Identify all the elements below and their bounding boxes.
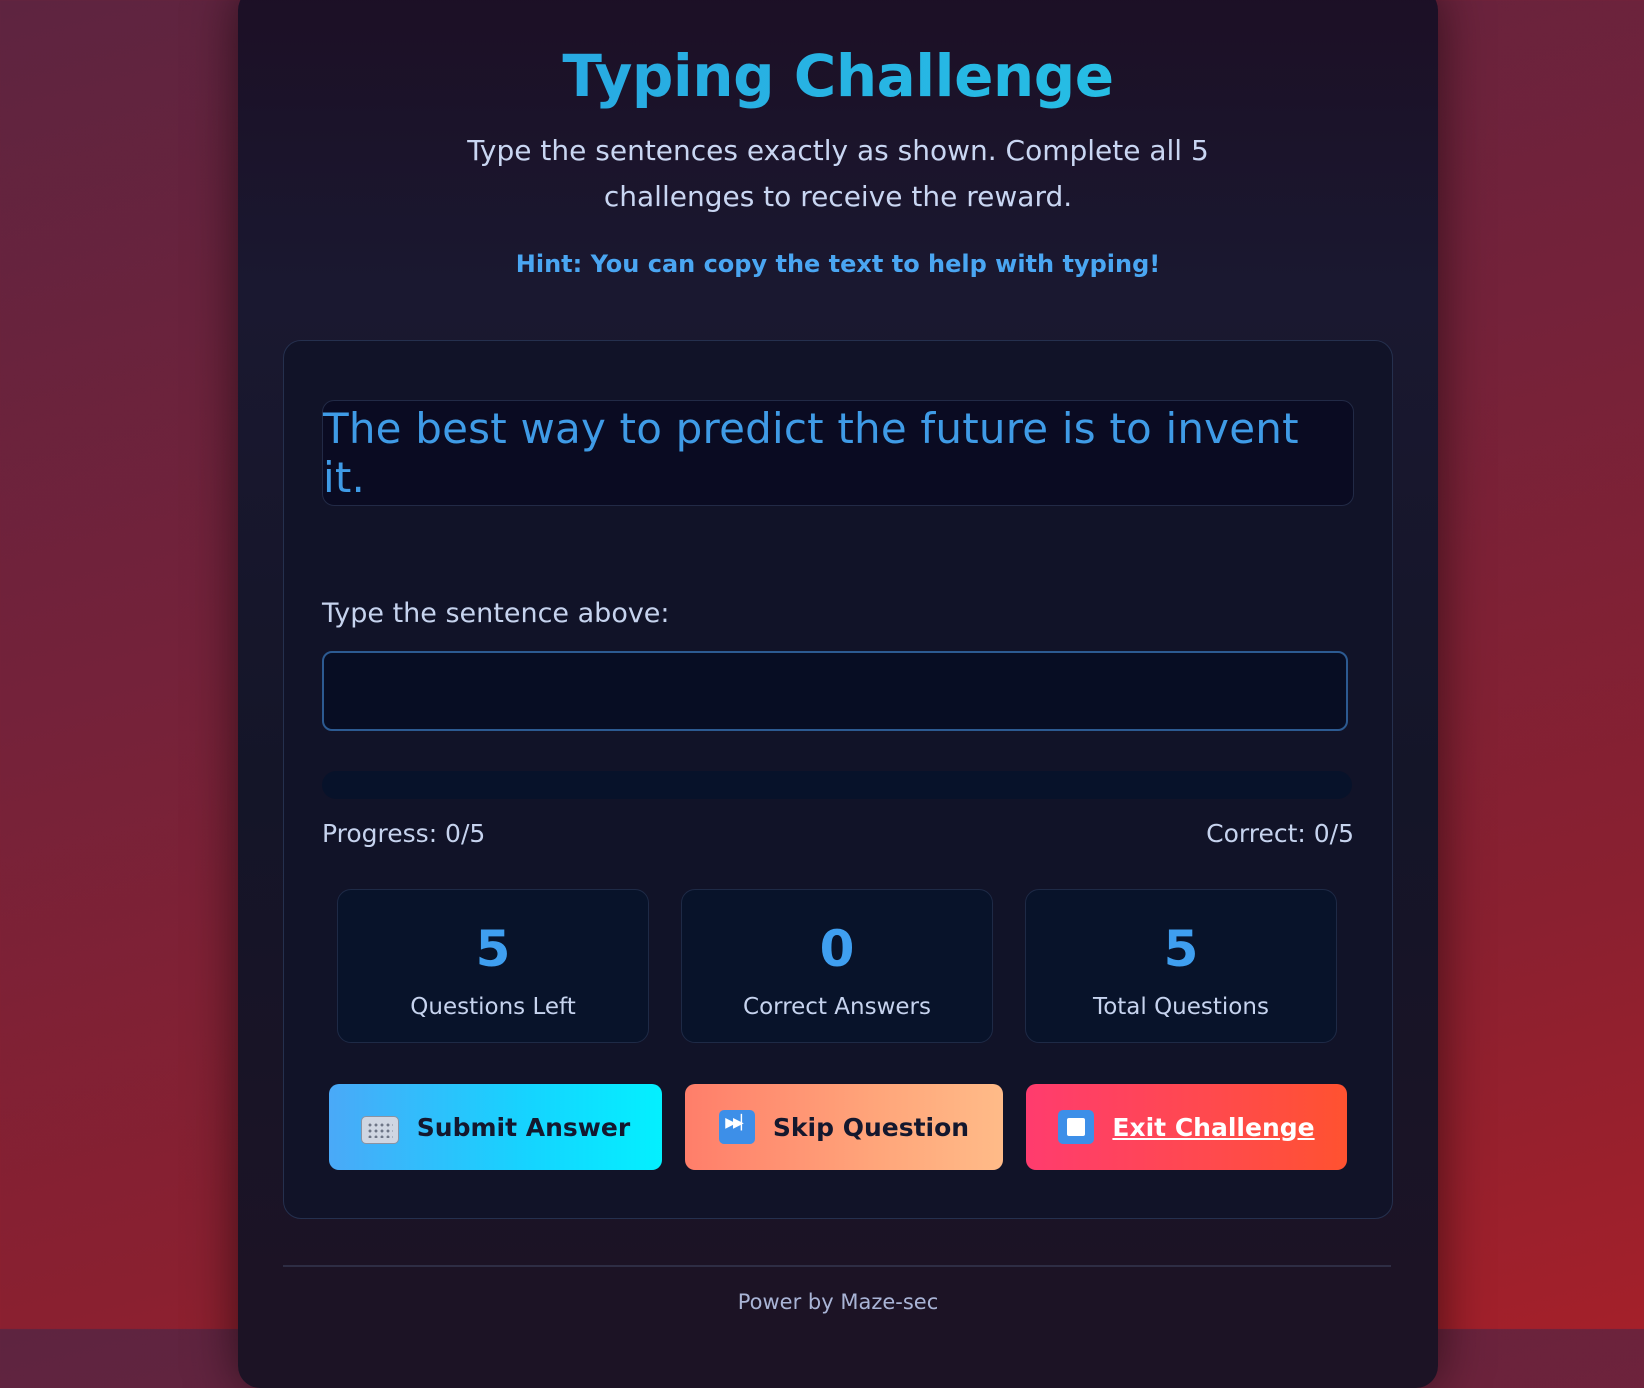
hint-text: Hint: You can copy the text to help with…: [515, 250, 1161, 278]
stat-card-correct-answers: 0 Correct Answers: [681, 889, 993, 1043]
stat-value: 5: [1163, 920, 1199, 978]
stat-card-total-questions: 5 Total Questions: [1025, 889, 1337, 1043]
stat-value: 5: [475, 920, 511, 978]
submit-answer-button[interactable]: Submit Answer: [329, 1084, 662, 1170]
stat-label: Questions Left: [410, 994, 576, 1020]
stat-label: Total Questions: [1093, 994, 1269, 1020]
next-track-icon: [718, 1110, 755, 1144]
challenge-card: Typing Challenge Type the sentences exac…: [238, 0, 1438, 1388]
footer-divider: [283, 1265, 1391, 1267]
progress-bar: [322, 771, 1352, 799]
page-title: Typing Challenge: [238, 42, 1438, 110]
instructions-text: Type the sentences exactly as shown. Com…: [467, 134, 1209, 213]
sentence-display: The best way to predict the future is to…: [322, 400, 1354, 506]
skip-question-button[interactable]: Skip Question: [685, 1084, 1003, 1170]
answer-input[interactable]: [322, 651, 1348, 731]
exit-challenge-button[interactable]: Exit Challenge: [1026, 1084, 1347, 1170]
stat-card-questions-left: 5 Questions Left: [337, 889, 649, 1043]
answer-input-label: Type the sentence above:: [322, 598, 670, 629]
stop-icon: [1058, 1110, 1095, 1144]
stat-value: 0: [819, 920, 855, 978]
footer-credit: Power by Maze-sec: [737, 1290, 939, 1314]
keyboard-icon: [360, 1116, 399, 1144]
progress-count: Progress: 0/5: [322, 819, 486, 848]
target-sentence: The best way to predict the future is to…: [323, 404, 1299, 502]
correct-count: Correct: 0/5: [1206, 819, 1354, 848]
stat-label: Correct Answers: [743, 994, 931, 1020]
exit-challenge-label: Exit Challenge: [1112, 1112, 1315, 1142]
submit-answer-label: Submit Answer: [416, 1112, 631, 1142]
challenge-panel: The best way to predict the future is to…: [283, 340, 1393, 1219]
skip-question-label: Skip Question: [772, 1112, 970, 1142]
